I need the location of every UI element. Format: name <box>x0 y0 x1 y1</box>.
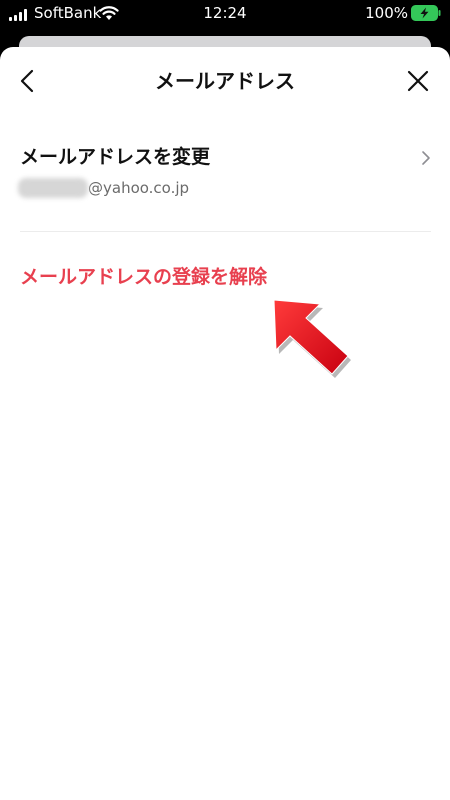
battery-percentage: 100% <box>365 4 408 22</box>
email-settings-sheet: メールアドレス メールアドレスを変更 @yahoo.co.jp メールアドレスの… <box>0 47 450 800</box>
chevron-right-icon <box>422 151 430 165</box>
change-email-row[interactable]: メールアドレスを変更 @yahoo.co.jp <box>0 135 450 213</box>
close-icon[interactable] <box>406 69 430 93</box>
battery-icon <box>411 5 441 21</box>
page-title: メールアドレス <box>155 69 295 93</box>
email-domain: @yahoo.co.jp <box>88 178 190 197</box>
divider <box>20 231 431 232</box>
status-bar: SoftBank 12:24 100% <box>0 0 450 28</box>
pointer-arrow-icon <box>273 299 351 378</box>
email-username-redacted <box>18 177 88 198</box>
change-email-label: メールアドレスを変更 <box>20 146 211 168</box>
unregister-email-link[interactable]: メールアドレスの登録を解除 <box>20 265 267 289</box>
navigation-bar: メールアドレス <box>0 47 450 117</box>
current-email: @yahoo.co.jp <box>18 177 189 199</box>
